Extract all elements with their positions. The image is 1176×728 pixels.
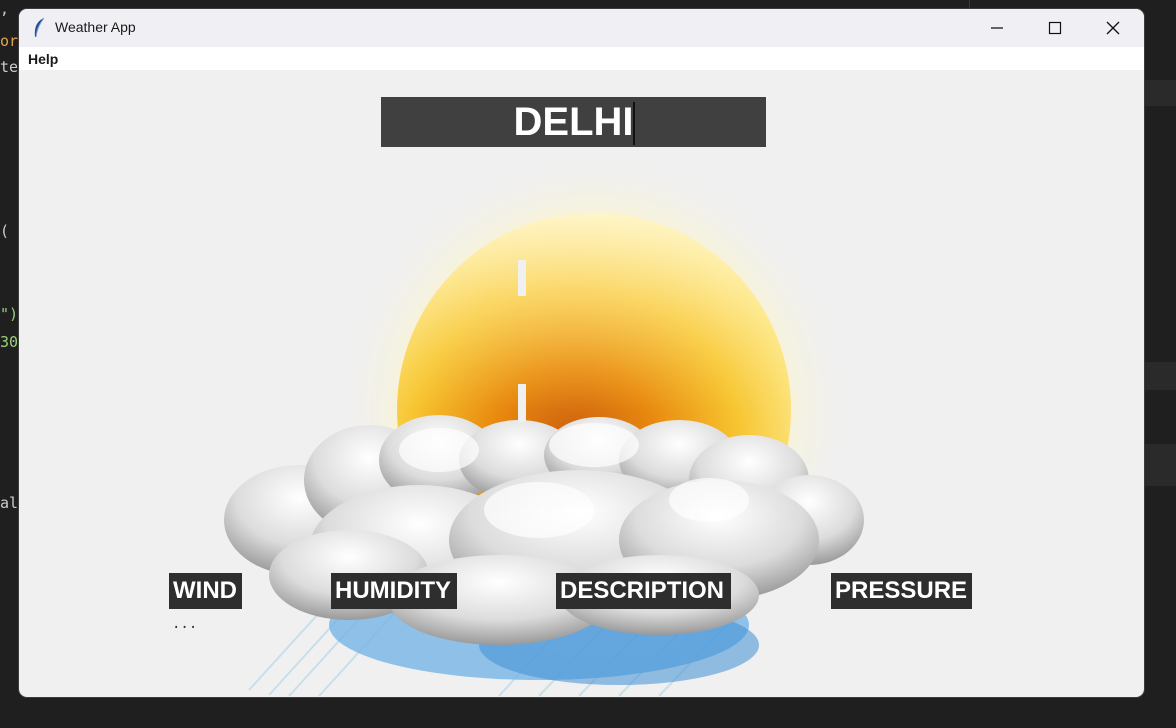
title-bar[interactable]: Weather App [19,9,1144,47]
code-fragment: ") [0,305,19,323]
maximize-button[interactable] [1032,9,1078,47]
window-title: Weather App [55,19,136,35]
maximize-icon [1048,21,1062,35]
description-label: DESCRIPTION [556,573,731,609]
menu-help[interactable]: Help [28,51,58,67]
code-fragment: or [0,32,19,50]
code-fragment: al [0,494,19,512]
code-fragment: , [0,0,10,18]
code-fragment: te [0,58,19,76]
temperature-readout-mid [518,384,526,422]
minimize-icon [991,27,1003,29]
wind-label: WIND [169,573,242,609]
humidity-label: HUMIDITY [331,573,457,609]
minimize-button[interactable] [974,9,1020,47]
feather-icon [34,17,45,38]
code-fragment: ( [0,222,10,240]
close-button[interactable] [1090,9,1136,47]
code-fragment: 30 [0,333,19,351]
text-cursor [633,102,635,145]
pressure-label: PRESSURE [831,573,972,609]
city-search-input[interactable] [381,97,766,147]
close-icon [1106,21,1120,35]
temperature-readout-top [518,260,526,296]
menu-bar: Help [19,47,1144,70]
wind-value: ... [172,616,198,632]
weather-app-window: Weather App Help DELHI WIND HUMIDITY DES… [19,9,1144,697]
main-content: WIND HUMIDITY DESCRIPTION PRESSURE ... [19,70,1144,697]
